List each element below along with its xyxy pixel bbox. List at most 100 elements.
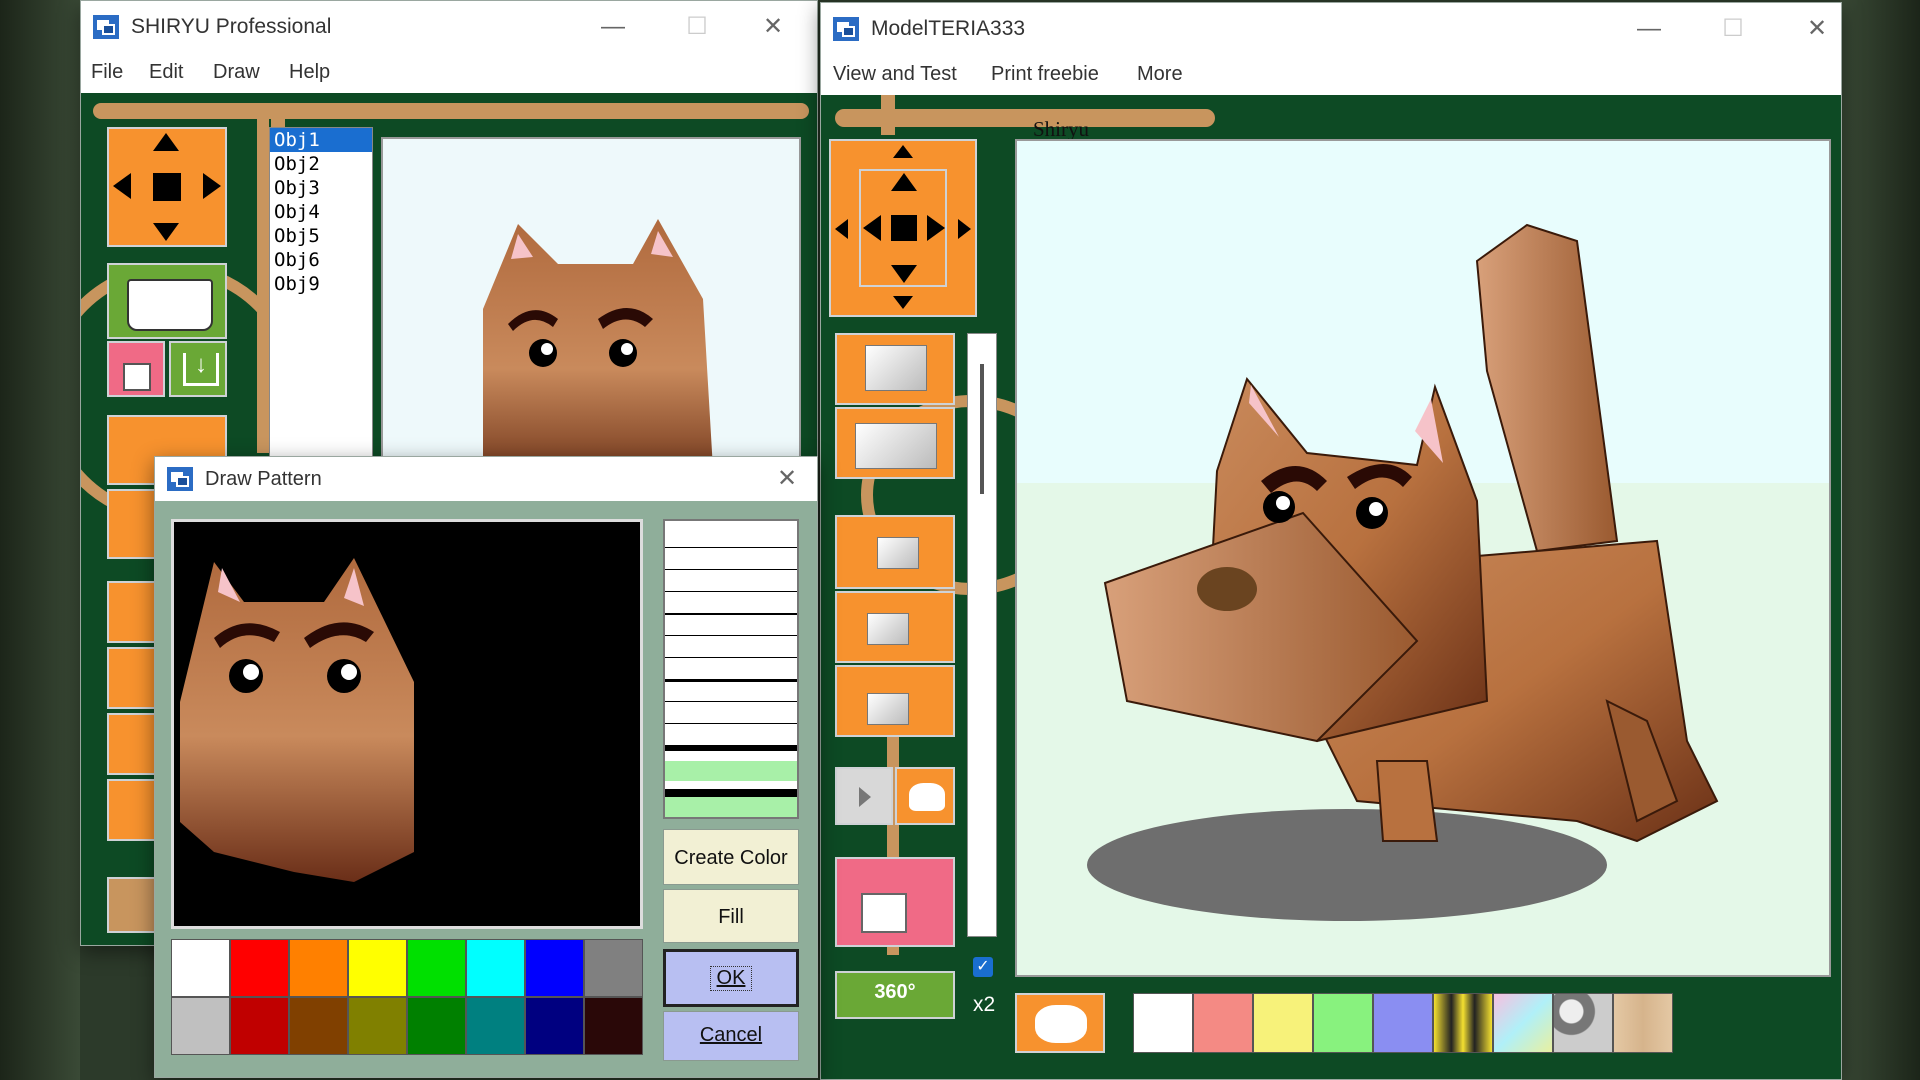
move-left-icon[interactable]: [113, 173, 131, 199]
open-folder-button[interactable]: [107, 263, 227, 339]
palette-swatch[interactable]: [407, 939, 466, 997]
object-list-item[interactable]: Obj9: [270, 272, 372, 296]
fill-button[interactable]: Fill: [663, 889, 799, 943]
menu-draw[interactable]: Draw: [213, 61, 260, 84]
palette-swatch[interactable]: [289, 997, 348, 1055]
shiryu-titlebar[interactable]: SHIRYU Professional — ☐ ✕: [81, 1, 817, 53]
move-down-icon[interactable]: [153, 223, 179, 241]
line-pattern-item[interactable]: [665, 591, 797, 592]
camera-right-icon[interactable]: [958, 219, 971, 239]
object-list[interactable]: Obj1 Obj2 Obj3 Obj4 Obj5 Obj6 Obj9: [269, 127, 373, 459]
rotate-down-icon[interactable]: [891, 265, 917, 283]
move-up-icon[interactable]: [153, 133, 179, 151]
object-list-item-selected[interactable]: Obj1: [270, 128, 372, 152]
zoom-slider-thumb[interactable]: [980, 364, 984, 494]
inner-direction-pad[interactable]: [859, 169, 947, 287]
camera-down-icon[interactable]: [893, 296, 913, 309]
animate-dog-button[interactable]: [895, 767, 955, 825]
move-left-cube-button[interactable]: [835, 591, 955, 663]
line-pattern-item[interactable]: [665, 569, 797, 570]
texture-color-swatch[interactable]: [1133, 993, 1193, 1053]
create-color-button[interactable]: Create Color: [663, 829, 799, 885]
camera-direction-pad[interactable]: [829, 139, 977, 317]
move-object-button[interactable]: [835, 407, 955, 479]
move-direction-pad[interactable]: [107, 127, 227, 247]
close-icon[interactable]: ✕: [1797, 13, 1837, 45]
line-pattern-item[interactable]: [665, 679, 797, 682]
line-pattern-item[interactable]: [665, 723, 797, 724]
line-pattern-item[interactable]: [665, 745, 797, 751]
front-view-canvas[interactable]: [381, 137, 801, 467]
play-button[interactable]: [835, 767, 893, 825]
line-pattern-item[interactable]: [665, 657, 797, 658]
pattern-canvas[interactable]: [171, 519, 643, 929]
texture-color-swatch[interactable]: [1313, 993, 1373, 1053]
camera-left-icon[interactable]: [835, 219, 848, 239]
maximize-icon[interactable]: ☐: [677, 11, 717, 43]
3d-view-canvas[interactable]: [1015, 139, 1831, 977]
line-pattern-item[interactable]: [665, 613, 797, 615]
palette-swatch[interactable]: [348, 939, 407, 997]
texture-gradient-swatch[interactable]: [1493, 993, 1553, 1053]
mascot-button[interactable]: [1015, 993, 1105, 1053]
palette-swatch[interactable]: [466, 939, 525, 997]
maximize-icon[interactable]: ☐: [1713, 13, 1753, 45]
dialog-titlebar[interactable]: Draw Pattern ✕: [155, 457, 817, 501]
texture-fire-swatch[interactable]: [1433, 993, 1493, 1053]
palette-swatch[interactable]: [348, 997, 407, 1055]
paint-button[interactable]: [835, 857, 955, 947]
color-tool-button[interactable]: [107, 341, 165, 397]
menu-more[interactable]: More: [1137, 63, 1183, 86]
palette-swatch[interactable]: [171, 997, 230, 1055]
line-pattern-item-green[interactable]: [665, 797, 797, 817]
palette-swatch[interactable]: [407, 997, 466, 1055]
palette-swatch[interactable]: [230, 997, 289, 1055]
close-icon[interactable]: ✕: [753, 11, 793, 43]
menu-file[interactable]: File: [91, 61, 123, 84]
center-icon[interactable]: [153, 173, 181, 201]
texture-color-swatch[interactable]: [1193, 993, 1253, 1053]
rotate-up-icon[interactable]: [891, 173, 917, 191]
texture-color-swatch[interactable]: [1373, 993, 1433, 1053]
palette-swatch[interactable]: [584, 997, 643, 1055]
minimize-icon[interactable]: —: [1629, 13, 1669, 45]
line-pattern-item-green[interactable]: [665, 761, 797, 781]
line-pattern-item[interactable]: [665, 547, 797, 548]
menu-edit[interactable]: Edit: [149, 61, 183, 84]
rotate-360-button[interactable]: 360°: [835, 971, 955, 1019]
zoom-checkbox[interactable]: ✓: [973, 957, 993, 977]
texture-stone-swatch[interactable]: [1553, 993, 1613, 1053]
palette-swatch[interactable]: [289, 939, 348, 997]
object-list-item[interactable]: Obj5: [270, 224, 372, 248]
cancel-button[interactable]: Cancel: [663, 1011, 799, 1061]
object-list-item[interactable]: Obj4: [270, 200, 372, 224]
reset-view-icon[interactable]: [891, 215, 917, 241]
close-icon[interactable]: ✕: [767, 463, 807, 495]
line-pattern-item[interactable]: [665, 635, 797, 636]
move-right-icon[interactable]: [203, 173, 221, 199]
swap-objects-button[interactable]: [835, 333, 955, 405]
import-button[interactable]: ↓: [169, 341, 227, 397]
palette-swatch[interactable]: [525, 997, 584, 1055]
texture-wood-swatch[interactable]: [1613, 993, 1673, 1053]
rotate-left-icon[interactable]: [863, 215, 881, 241]
texture-color-swatch[interactable]: [1253, 993, 1313, 1053]
line-pattern-item[interactable]: [665, 789, 797, 797]
menu-view-and-test[interactable]: View and Test: [833, 63, 957, 86]
object-list-item[interactable]: Obj2: [270, 152, 372, 176]
camera-up-icon[interactable]: [893, 145, 913, 158]
line-pattern-list[interactable]: [663, 519, 799, 819]
menu-help[interactable]: Help: [289, 61, 330, 84]
menu-print-freebie[interactable]: Print freebie: [991, 63, 1099, 86]
modelteria-titlebar[interactable]: ModelTERIA333 — ☐ ✕: [821, 3, 1841, 55]
zoom-slider-track[interactable]: [967, 333, 997, 937]
minimize-icon[interactable]: —: [593, 11, 633, 43]
line-pattern-item[interactable]: [665, 701, 797, 702]
palette-swatch[interactable]: [584, 939, 643, 997]
palette-swatch[interactable]: [525, 939, 584, 997]
palette-swatch[interactable]: [171, 939, 230, 997]
ok-button[interactable]: OK: [663, 949, 799, 1007]
palette-swatch[interactable]: [230, 939, 289, 997]
push-back-button[interactable]: [835, 515, 955, 589]
rotate-right-icon[interactable]: [927, 215, 945, 241]
